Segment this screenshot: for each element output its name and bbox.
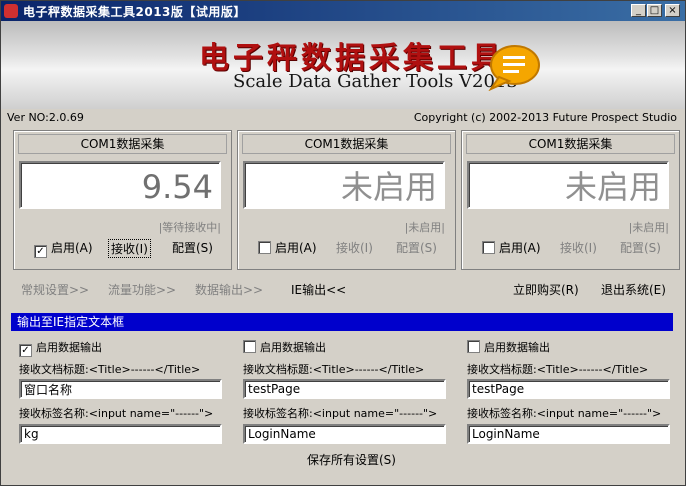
ie-output-column-2: 启用数据输出 接收文档标题:<Title>------</Title> 接收标签… [243,339,453,447]
config-button[interactable]: 配置(S) [620,239,661,256]
version-text: Ver NO:2.0.69 [7,111,84,124]
enable-output-label: 启用数据输出 [260,341,326,354]
title-input[interactable] [243,379,446,399]
banner: 电子秤数据采集工具 Scale Data Gather Tools V2013 [1,21,685,109]
nav-row: 常规设置>> 流量功能>> 数据输出>> IE输出<< 立即购买(R) 退出系统… [1,281,685,299]
data-output-button[interactable]: 数据输出>> [195,281,263,298]
title-label: 接收文档标题:<Title>------</Title> [19,363,201,376]
title-input[interactable] [467,379,670,399]
tag-input[interactable] [467,424,670,444]
copyright-text: Copyright (c) 2002-2013 Future Prospect … [413,111,677,124]
enable-checkbox[interactable]: 启用(A) [482,239,541,256]
ie-output-column-3: 启用数据输出 接收文档标题:<Title>------</Title> 接收标签… [467,339,677,447]
window-title: 电子秤数据采集工具2013版【试用版】 [23,5,246,19]
enable-output-checkbox[interactable]: ✓ 启用数据输出 [19,339,102,357]
enable-label: 启用(A) [275,241,317,255]
status-text: |未启用| [404,221,445,234]
banner-subtitle: Scale Data Gather Tools V2013 [233,71,518,92]
version-line: Ver NO:2.0.69 Copyright (c) 2002-2013 Fu… [1,109,685,127]
com-panel-2: COM1数据采集 未启用 |未启用| 启用(A) 接收(I) 配置(S) [237,130,456,270]
tag-label: 接收标签名称:<input name="------"> [243,407,438,420]
config-button[interactable]: 配置(S) [172,239,213,256]
panel-header: COM1数据采集 [242,134,451,154]
enable-output-label: 启用数据输出 [484,341,550,354]
panel-header: COM1数据采集 [466,134,675,154]
checkbox-box[interactable] [258,241,271,254]
tag-input[interactable] [243,424,446,444]
enable-output-label: 启用数据输出 [36,341,102,354]
buy-now-button[interactable]: 立即购买(R) [513,281,579,298]
maximize-button[interactable]: □ [647,4,662,17]
weight-display: 9.54 [19,161,221,209]
checkbox-box[interactable] [482,241,495,254]
title-bar[interactable]: 电子秤数据采集工具2013版【试用版】 _ □ × [1,1,685,21]
checkbox-box[interactable]: ✓ [19,344,32,357]
checkbox-box[interactable] [243,340,256,353]
section-title: 输出至IE指定文本框 [11,313,673,331]
title-input[interactable] [19,379,222,399]
title-label: 接收文档标题:<Title>------</Title> [243,363,425,376]
panel-controls: 启用(A) 接收(I) 配置(S) [482,239,672,257]
status-text: |等待接收中| [158,221,221,234]
status-text: |未启用| [628,221,669,234]
app-window: 电子秤数据采集工具2013版【试用版】 _ □ × 电子秤数据采集工具 Scal… [0,0,686,486]
panel-header: COM1数据采集 [18,134,227,154]
ie-output-button[interactable]: IE输出<< [291,281,346,298]
receive-button[interactable]: 接收(I) [560,239,597,256]
tag-label: 接收标签名称:<input name="------"> [467,407,662,420]
enable-checkbox[interactable]: ✓ 启用(A) [34,239,93,258]
enable-output-checkbox[interactable]: 启用数据输出 [243,339,326,355]
checkbox-box[interactable] [467,340,480,353]
minimize-button[interactable]: _ [631,4,646,17]
com-panel-3: COM1数据采集 未启用 |未启用| 启用(A) 接收(I) 配置(S) [461,130,680,270]
general-settings-button[interactable]: 常规设置>> [21,281,89,298]
panel-controls: ✓ 启用(A) 接收(I) 配置(S) [34,239,224,258]
enable-label: 启用(A) [51,241,93,255]
weight-display: 未启用 [467,161,669,209]
exit-button[interactable]: 退出系统(E) [601,281,666,298]
weight-display: 未启用 [243,161,445,209]
tag-label: 接收标签名称:<input name="------"> [19,407,214,420]
panel-controls: 启用(A) 接收(I) 配置(S) [258,239,448,257]
save-all-button[interactable]: 保存所有设置(S) [307,451,396,468]
close-button[interactable]: × [665,4,680,17]
com-panel-1: COM1数据采集 9.54 |等待接收中| ✓ 启用(A) 接收(I) 配置(S) [13,130,232,270]
receive-button[interactable]: 接收(I) [108,239,151,258]
enable-label: 启用(A) [499,241,541,255]
checkbox-box[interactable]: ✓ [34,245,47,258]
enable-output-checkbox[interactable]: 启用数据输出 [467,339,550,355]
config-button[interactable]: 配置(S) [396,239,437,256]
app-icon [4,4,18,18]
enable-checkbox[interactable]: 启用(A) [258,239,317,256]
flow-function-button[interactable]: 流量功能>> [108,281,176,298]
tag-input[interactable] [19,424,222,444]
chat-bubble-logo-icon [488,45,540,91]
receive-button[interactable]: 接收(I) [336,239,373,256]
title-label: 接收文档标题:<Title>------</Title> [467,363,649,376]
ie-output-column-1: ✓ 启用数据输出 接收文档标题:<Title>------</Title> 接收标… [19,339,229,447]
